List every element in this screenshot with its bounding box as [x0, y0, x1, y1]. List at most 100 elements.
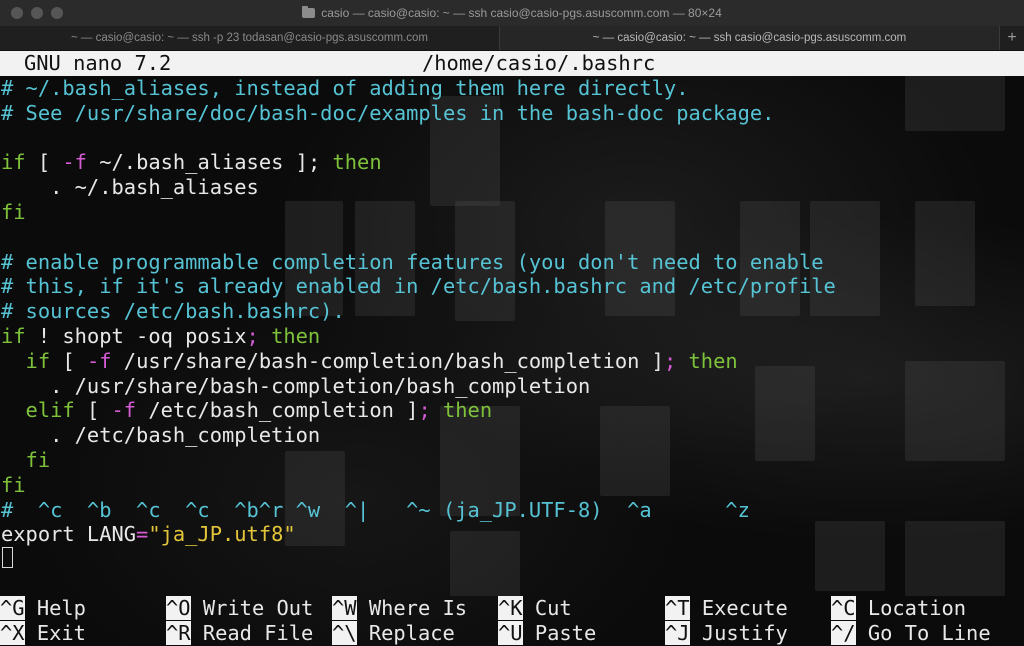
- shortcut-cut[interactable]: ^K Cut: [498, 596, 572, 621]
- editor-line: . /etc/bash_completion: [1, 423, 320, 448]
- code-token: if: [1, 348, 51, 373]
- shortcut-write-out[interactable]: ^O Write Out: [166, 596, 313, 621]
- code-token: elif: [1, 398, 75, 423]
- editor-line: if [ -f ~/.bash_aliases ]; then: [1, 150, 382, 175]
- code-token: [: [74, 398, 112, 423]
- code-token: # See /usr/share/doc/bash-doc/examples i…: [1, 100, 775, 125]
- shortcut-label: Exit: [24, 620, 86, 645]
- editor-line: # ^c ^b ^c ^c ^b^r ^w ^| ^~ (ja_JP.UTF-8…: [1, 498, 750, 523]
- shortcut-key: ^W: [332, 596, 357, 620]
- code-token: -f: [62, 150, 87, 175]
- editor-line: # enable programmable completion feature…: [1, 250, 824, 275]
- shortcut-replace[interactable]: ^\ Replace: [332, 620, 455, 646]
- terminal-content[interactable]: GNU nano 7.2 /home/casio/.bashrc # ~/.ba…: [0, 51, 1024, 646]
- shortcut-go-to-line[interactable]: ^/ Go To Line: [831, 620, 991, 646]
- code-token: fi: [1, 448, 51, 472]
- code-token: ;: [246, 324, 259, 348]
- code-token: then: [676, 348, 738, 373]
- code-token: then: [430, 398, 493, 423]
- code-token: if: [1, 150, 26, 175]
- code-token: . /usr/share/bash-completion/bash_comple…: [1, 373, 591, 398]
- shortcut-exit[interactable]: ^X Exit: [0, 620, 86, 646]
- shortcut-label: Read File: [190, 620, 314, 645]
- title-bar: casio — casio@casio: ~ — ssh casio@casio…: [0, 0, 1024, 26]
- editor-line: # ~/.bash_aliases, instead of adding the…: [1, 76, 688, 101]
- nano-header: GNU nano 7.2 /home/casio/.bashrc: [0, 51, 1024, 76]
- zoom-window-button[interactable]: [51, 7, 63, 19]
- code-token: fi: [1, 200, 26, 224]
- minimize-window-button[interactable]: [31, 7, 43, 19]
- terminal-window: casio — casio@casio: ~ — ssh casio@casio…: [0, 0, 1024, 646]
- shortcut-key: ^/: [831, 620, 856, 645]
- shortcut-key: ^R: [166, 620, 191, 645]
- code-token: export LANG: [1, 522, 137, 547]
- tab-label: ~ — casio@casio: ~ — ssh casio@casio-pgs…: [592, 32, 907, 44]
- code-token: then: [258, 324, 321, 348]
- code-token: ;: [663, 348, 677, 373]
- shortcut-key: ^G: [0, 596, 25, 620]
- code-token: # enable programmable completion feature…: [1, 249, 824, 274]
- code-token: [: [50, 348, 87, 373]
- code-token: # sources /etc/bash.bashrc).: [1, 299, 345, 324]
- shortcut-key: ^T: [665, 596, 690, 620]
- code-token: then: [332, 150, 382, 175]
- folder-icon: [302, 6, 316, 18]
- file-path: /home/casio/.bashrc: [422, 51, 656, 75]
- window-title: casio — casio@casio: ~ — ssh casio@casio…: [321, 6, 722, 20]
- shortcut-key: ^X: [0, 620, 25, 645]
- shortcut-execute[interactable]: ^T Execute: [665, 596, 788, 621]
- window-controls: [11, 7, 63, 19]
- code-token: # ^c ^b ^c ^c ^b^r ^w ^| ^~ (ja_JP.UTF-8…: [1, 497, 750, 522]
- code-token: -f: [111, 398, 137, 423]
- editor-line: . /usr/share/bash-completion/bash_comple…: [1, 374, 590, 399]
- editor-line: fi: [1, 473, 26, 498]
- code-token: [: [25, 150, 63, 175]
- code-token: ;: [418, 398, 431, 423]
- new-tab-button[interactable]: +: [999, 26, 1024, 50]
- editor-line: # this, if it's already enabled in /etc/…: [1, 274, 836, 299]
- shortcut-where-is[interactable]: ^W Where Is: [332, 596, 467, 621]
- editor-line: fi: [1, 448, 51, 473]
- editor-line: fi: [1, 200, 26, 225]
- shortcut-justify[interactable]: ^J Justify: [665, 620, 788, 646]
- window-title-wrap: casio — casio@casio: ~ — ssh casio@casio…: [302, 6, 722, 20]
- shortcut-key: ^O: [166, 596, 191, 620]
- shortcut-read-file[interactable]: ^R Read File: [166, 620, 314, 646]
- shortcut-key: ^\: [332, 620, 357, 645]
- editor-line: # sources /etc/bash.bashrc).: [1, 299, 345, 324]
- code-token: # ~/.bash_aliases, instead of adding the…: [1, 76, 689, 100]
- text-cursor: [2, 547, 13, 568]
- shortcut-label: Execute: [689, 596, 788, 620]
- code-token: # this, if it's already enabled in /etc/…: [1, 274, 836, 299]
- shortcut-label: Justify: [689, 620, 788, 645]
- editor-line: . ~/.bash_aliases: [1, 175, 259, 200]
- code-token: . /etc/bash_completion: [1, 423, 321, 448]
- code-token: =: [136, 522, 149, 547]
- code-token: ! shopt -oq posix: [25, 324, 247, 348]
- tab-todasan-session[interactable]: ~ — casio@casio: ~ — ssh -p 23 todasan@c…: [0, 26, 499, 50]
- code-token: ~/.bash_aliases ];: [86, 150, 333, 175]
- code-token: if: [1, 324, 26, 348]
- code-token: "ja_JP.utf8": [148, 522, 296, 547]
- code-token: /etc/bash_completion ]: [136, 398, 419, 423]
- plus-icon: +: [1007, 29, 1017, 46]
- shortcut-paste[interactable]: ^U Paste: [498, 620, 597, 646]
- code-token: . ~/.bash_aliases: [1, 175, 259, 200]
- shortcut-label: Go To Line: [855, 620, 991, 645]
- shortcut-key: ^K: [498, 596, 523, 620]
- shortcut-label: Write Out: [190, 596, 314, 620]
- shortcut-key: ^J: [665, 620, 690, 645]
- shortcut-label: Where Is: [356, 596, 468, 620]
- editor-line: if [ -f /usr/share/bash-completion/bash_…: [1, 349, 738, 374]
- shortcut-label: Replace: [356, 620, 455, 645]
- shortcut-location[interactable]: ^C Location: [831, 596, 966, 621]
- shortcut-key: ^U: [498, 620, 523, 645]
- shortcut-help[interactable]: ^G Help: [0, 596, 86, 621]
- code-token: -f: [86, 348, 112, 373]
- shortcut-label: Paste: [522, 620, 597, 645]
- tab-casio-session[interactable]: ~ — casio@casio: ~ — ssh casio@casio-pgs…: [499, 26, 999, 50]
- shortcut-label: Help: [24, 596, 86, 620]
- shortcut-label: Location: [855, 596, 967, 620]
- close-window-button[interactable]: [11, 7, 23, 19]
- shortcut-label: Cut: [522, 596, 572, 620]
